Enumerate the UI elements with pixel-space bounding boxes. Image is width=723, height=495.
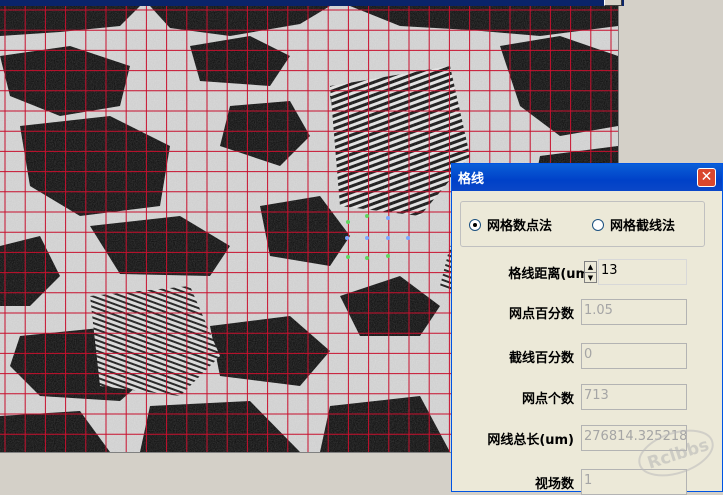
dialog-titlebar[interactable]: 格线 ✕ — [452, 164, 722, 191]
spin-down-icon[interactable]: ▼ — [585, 272, 596, 283]
dialog-title: 格线 — [458, 172, 485, 187]
grid-dialog: 格线 ✕ 网格数点法 网格截线法 格线距离(um) ▲ ▼ 13 网点百分数 1… — [451, 163, 723, 495]
grid-spacing-label: 格线距离(um) — [508, 267, 595, 282]
radio-point-count[interactable]: 网格数点法 — [469, 215, 552, 234]
dialog-body: 网格数点法 网格截线法 格线距离(um) ▲ ▼ 13 网点百分数 1.05 截… — [452, 191, 723, 495]
radio-selected-icon — [469, 218, 481, 231]
method-radio-group: 网格数点法 网格截线法 — [460, 201, 705, 247]
point-count-field: 713 — [581, 384, 687, 410]
grid-spacing-input[interactable]: 13 — [598, 259, 687, 285]
radio-line-intercept[interactable]: 网格截线法 — [592, 215, 675, 234]
grid-spacing-spinner[interactable]: ▲ ▼ — [584, 261, 597, 283]
total-line-length-label: 网线总长(um) — [487, 433, 574, 448]
field-count-field: 1 — [581, 469, 687, 495]
intercept-percent-label: 截线百分数 — [508, 351, 574, 366]
total-line-length-field: 276814.325218 — [581, 425, 687, 451]
point-count-label: 网点个数 — [521, 392, 574, 407]
point-count-row: 网点个数 713 — [452, 384, 723, 410]
dialog-close-button[interactable]: ✕ — [697, 168, 716, 187]
field-count-row: 视场数 1 — [452, 469, 723, 495]
point-percent-row: 网点百分数 1.05 — [452, 299, 723, 325]
grid-spacing-row: 格线距离(um) ▲ ▼ 13 — [452, 259, 723, 285]
point-percent-field: 1.05 — [581, 299, 687, 325]
field-count-label: 视场数 — [534, 477, 574, 492]
radio-point-count-label: 网格数点法 — [487, 219, 553, 234]
radio-line-intercept-label: 网格截线法 — [610, 219, 676, 234]
close-icon: ✕ — [700, 169, 713, 185]
intercept-percent-row: 截线百分数 0 — [452, 343, 723, 369]
point-percent-label: 网点百分数 — [508, 307, 574, 322]
total-line-length-row: 网线总长(um) 276814.325218 — [452, 425, 723, 451]
spin-up-icon[interactable]: ▲ — [585, 262, 596, 272]
radio-unselected-icon — [592, 218, 604, 231]
intercept-percent-field: 0 — [581, 343, 687, 369]
